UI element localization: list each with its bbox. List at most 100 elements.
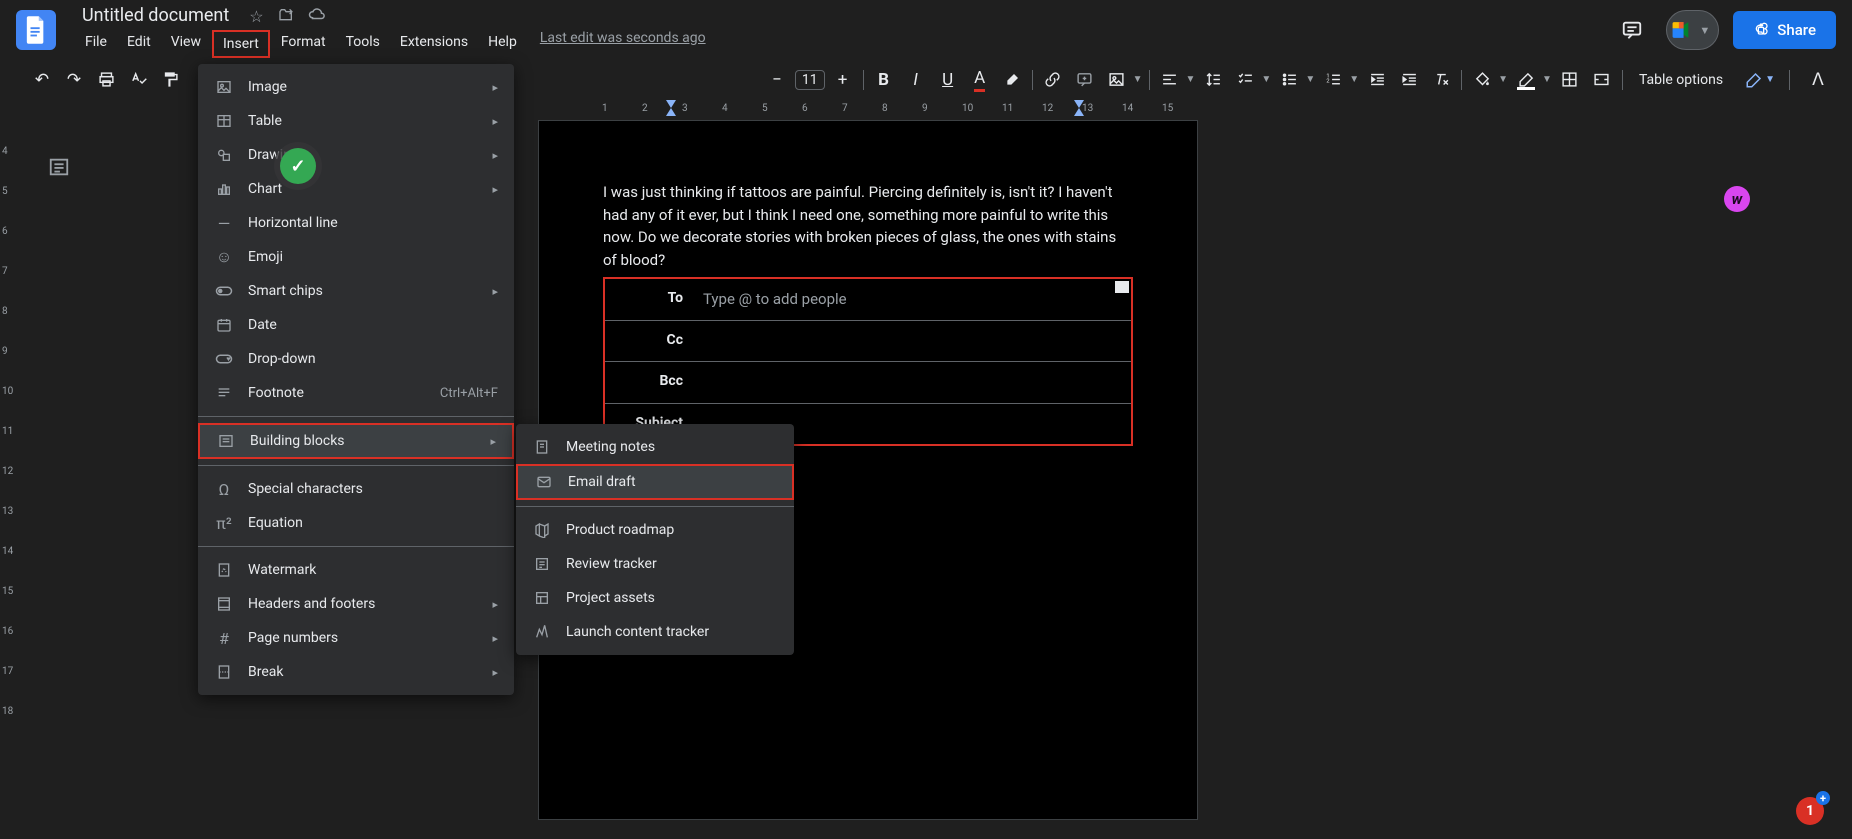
menu-tools[interactable]: Tools [337,30,389,58]
emoji-icon: ☺ [214,247,234,267]
email-cc-input[interactable] [703,332,1123,350]
undo-icon[interactable]: ↶ [28,66,56,94]
menu-format[interactable]: Format [272,30,335,58]
menu-edit[interactable]: Edit [118,30,160,58]
redo-icon[interactable]: ↷ [60,66,88,94]
table-options-button[interactable]: Table options [1629,68,1733,92]
bulleted-list-icon[interactable] [1275,66,1303,94]
editing-mode-button[interactable]: ▼ [1737,67,1783,93]
border-color-icon[interactable] [1512,66,1540,94]
comment-history-icon[interactable] [1612,10,1652,50]
paragraph-text[interactable]: I was just thinking if tattoos are painf… [603,181,1133,271]
insert-watermark[interactable]: Watermark [198,553,514,587]
spellcheck-icon[interactable] [124,66,152,94]
horizontal-line-icon: ― [214,213,234,233]
special-characters-icon: Ω [214,479,234,499]
notification-badge[interactable]: 1 + [1796,797,1824,825]
add-comment-icon[interactable] [1071,66,1099,94]
submenu-launch-content-tracker[interactable]: Launch content tracker [516,615,794,649]
hide-menus-icon[interactable]: ᐱ [1804,66,1832,94]
svg-text:2: 2 [1326,78,1329,84]
submenu-review-tracker[interactable]: Review tracker [516,547,794,581]
bold-icon[interactable]: B [870,66,898,94]
insert-special-characters[interactable]: Ω Special characters [198,472,514,506]
insert-page-numbers[interactable]: # Page numbers▸ [198,621,514,655]
paint-format-icon[interactable] [156,66,184,94]
insert-headers-footers[interactable]: Headers and footers▸ [198,587,514,621]
share-button[interactable]: Share [1733,11,1836,49]
clear-formatting-icon[interactable] [1427,66,1455,94]
highlight-icon[interactable] [998,66,1026,94]
borders-icon[interactable] [1556,66,1584,94]
numbered-list-icon[interactable]: 12 [1319,66,1347,94]
underline-icon[interactable]: U [934,66,962,94]
email-draft-block: To Cc Bcc Subject [603,277,1133,446]
outline-toggle-icon[interactable] [42,150,76,184]
text-color-icon[interactable]: A [966,66,994,94]
merge-cells-icon[interactable] [1588,66,1616,94]
email-to-input[interactable] [703,290,1123,308]
email-bcc-input[interactable] [703,373,1123,391]
insert-image[interactable]: Image▸ [198,70,514,104]
project-assets-icon [532,588,552,608]
menu-extensions[interactable]: Extensions [391,30,477,58]
insert-building-blocks[interactable]: Building blocks▸ [198,423,514,459]
headers-footers-icon [214,594,234,614]
line-spacing-icon[interactable] [1199,66,1227,94]
insert-drawing[interactable]: Drawing▸ [198,138,514,172]
roadmap-icon [532,520,552,540]
menubar: File Edit View Insert Format Tools Exten… [76,30,1612,58]
submenu-meeting-notes[interactable]: Meeting notes [516,430,794,464]
move-icon[interactable] [278,7,294,26]
insert-table[interactable]: Table▸ [198,104,514,138]
menu-file[interactable]: File [76,30,116,58]
menu-view[interactable]: View [162,30,210,58]
insert-emoji[interactable]: ☺ Emoji [198,240,514,274]
smart-chips-icon [214,281,234,301]
meeting-notes-icon [532,437,552,457]
indent-decrease-icon[interactable] [1363,66,1391,94]
insert-chart[interactable]: Chart▸ [198,172,514,206]
last-edit-link[interactable]: Last edit was seconds ago [540,30,706,58]
print-icon[interactable] [92,66,120,94]
drawing-icon [214,145,234,165]
email-bcc-label: Bcc [605,362,695,403]
submenu-email-draft[interactable]: Email draft [516,464,794,500]
star-icon[interactable]: ☆ [249,7,263,26]
insert-date[interactable]: Date [198,308,514,342]
insert-smart-chips[interactable]: Smart chips▸ [198,274,514,308]
menu-insert[interactable]: Insert [212,30,270,58]
building-blocks-icon [216,431,236,451]
font-size-input[interactable]: 11 [795,70,825,90]
extension-badge-icon[interactable]: w [1724,186,1750,212]
launch-tracker-icon [532,622,552,642]
insert-break[interactable]: Break▸ [198,655,514,689]
indent-increase-icon[interactable] [1395,66,1423,94]
font-size-increase-icon[interactable]: + [829,66,857,94]
insert-footnote[interactable]: Footnote Ctrl+Alt+F [198,376,514,410]
insert-dropdown[interactable]: Drop-down [198,342,514,376]
email-to-label: To [605,279,695,320]
horizontal-ruler: 1 2 3 4 5 6 7 8 9 10 11 12 13 14 15 [538,100,1840,116]
dropdown-icon [214,349,234,369]
insert-image-icon[interactable] [1103,66,1131,94]
submenu-product-roadmap[interactable]: Product roadmap [516,513,794,547]
checklist-icon[interactable] [1231,66,1259,94]
font-size-decrease-icon[interactable]: − [763,66,791,94]
cell-fill-icon[interactable] [1468,66,1496,94]
insert-horizontal-line[interactable]: ― Horizontal line [198,206,514,240]
submenu-project-assets[interactable]: Project assets [516,581,794,615]
break-icon [214,662,234,682]
italic-icon[interactable]: I [902,66,930,94]
chart-icon [214,179,234,199]
document-title[interactable]: Untitled document [76,3,235,28]
insert-link-icon[interactable] [1039,66,1067,94]
meet-button[interactable]: ▼ [1666,10,1719,50]
menu-help[interactable]: Help [479,30,526,58]
cloud-saved-icon[interactable] [308,7,326,26]
align-icon[interactable] [1156,66,1184,94]
docs-logo[interactable] [16,10,56,50]
block-handle-icon[interactable] [1115,281,1129,293]
page-numbers-icon: # [214,628,234,648]
insert-equation[interactable]: π² Equation [198,506,514,540]
